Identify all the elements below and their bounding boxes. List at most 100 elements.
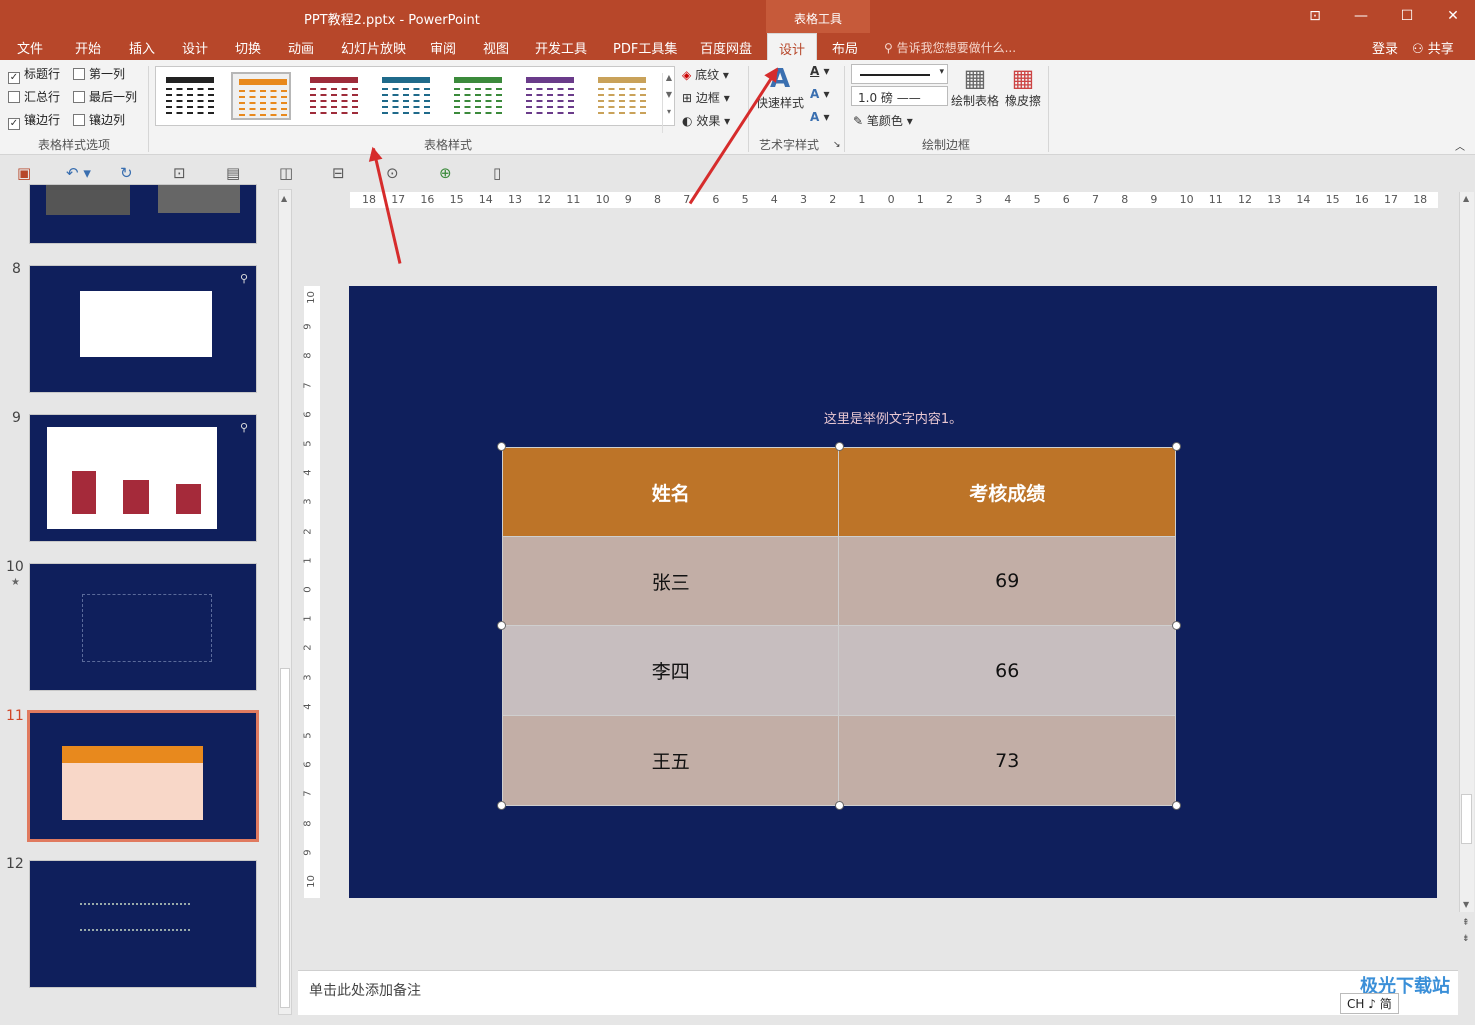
slide-thumbnail[interactable]: [29, 563, 257, 691]
shading-button[interactable]: ◈ 底纹 ▾: [682, 66, 729, 83]
effects-button[interactable]: ◐ 效果 ▾: [682, 112, 730, 129]
gallery-expand-icon[interactable]: ▾: [663, 107, 675, 116]
ime-indicator[interactable]: CH ♪ 简: [1340, 993, 1399, 1014]
slide-thumbnail[interactable]: [29, 860, 257, 988]
chevron-up-icon[interactable]: ▲: [663, 73, 675, 82]
tab-slideshow[interactable]: 幻灯片放映: [341, 38, 406, 57]
resize-handle[interactable]: [497, 442, 506, 451]
redo-icon[interactable]: ↻: [120, 164, 133, 182]
table-style-swatch[interactable]: [304, 72, 364, 120]
notes-pane[interactable]: 单击此处添加备注: [298, 970, 1458, 1015]
banded-rows-checkbox[interactable]: ✓ 镶边行: [8, 111, 60, 130]
resize-handle[interactable]: [1172, 442, 1181, 451]
tab-animations[interactable]: 动画: [288, 38, 314, 57]
scrollbar-thumb[interactable]: [280, 668, 290, 1008]
maximize-button[interactable]: ☐: [1393, 4, 1421, 28]
table-style-swatch[interactable]: [160, 72, 220, 120]
tab-pdf-tools[interactable]: PDF工具集: [613, 38, 677, 57]
chevron-down-icon[interactable]: ▼: [1463, 900, 1469, 909]
present-icon[interactable]: ⊟: [332, 164, 345, 182]
slide-thumbnail[interactable]: [29, 184, 257, 244]
table-styles-gallery[interactable]: ▲ ▼ ▾: [155, 66, 675, 133]
slide-layout-icon[interactable]: ⊡: [173, 164, 186, 182]
collapse-ribbon-icon[interactable]: ︿: [1455, 138, 1465, 153]
pen-style-dropdown[interactable]: ▾: [851, 64, 948, 84]
dialog-launcher-icon[interactable]: ↘: [833, 140, 841, 150]
resize-handle[interactable]: [497, 621, 506, 630]
tab-table-layout[interactable]: 布局: [832, 38, 858, 57]
slide-thumbnail-selected[interactable]: [27, 710, 259, 842]
scrollbar-thumb[interactable]: [1461, 794, 1472, 844]
table-cell[interactable]: 王五: [501, 715, 840, 806]
table-cell[interactable]: 66: [838, 625, 1176, 716]
tab-table-design[interactable]: 设计: [767, 33, 818, 60]
header-row-checkbox[interactable]: ✓ 标题行: [8, 65, 60, 84]
minimize-button[interactable]: —: [1347, 4, 1375, 28]
chevron-down-icon[interactable]: ▼: [663, 90, 675, 99]
tab-file[interactable]: 文件: [17, 38, 43, 57]
table-cell[interactable]: 69: [838, 536, 1176, 626]
table-cell[interactable]: 73: [838, 715, 1176, 806]
resize-handle[interactable]: [1172, 801, 1181, 810]
eraser-button[interactable]: ▦ 橡皮擦: [1003, 64, 1043, 109]
preview-icon[interactable]: ⊙: [386, 164, 399, 182]
table-cell[interactable]: 张三: [501, 536, 840, 626]
text-effects-button[interactable]: A ▾: [810, 110, 830, 124]
table-cell[interactable]: 李四: [501, 625, 840, 716]
pen-color-button[interactable]: ✎ 笔颜色 ▾: [853, 112, 913, 129]
table-style-swatch[interactable]: [520, 72, 580, 120]
table-header-cell[interactable]: 姓名: [501, 447, 840, 537]
resize-handle[interactable]: [497, 801, 506, 810]
close-button[interactable]: ✕: [1439, 4, 1467, 28]
textbox-icon[interactable]: ▤: [226, 164, 240, 182]
save-icon[interactable]: ▣: [17, 164, 31, 182]
login-link[interactable]: 登录: [1372, 38, 1398, 57]
next-slide-icon[interactable]: ⇟: [1462, 934, 1470, 944]
tab-transitions[interactable]: 切换: [235, 38, 261, 57]
table-style-swatch[interactable]: [376, 72, 436, 120]
ribbon-display-icon[interactable]: ⊡: [1301, 4, 1329, 28]
chevron-up-icon[interactable]: ▲: [281, 194, 287, 203]
tab-insert[interactable]: 插入: [129, 38, 155, 57]
resize-handle[interactable]: [1172, 621, 1181, 630]
shape-icon[interactable]: ◫: [279, 164, 293, 182]
tab-home[interactable]: 开始: [75, 38, 101, 57]
first-column-checkbox[interactable]: 第一列: [73, 65, 125, 83]
tab-design[interactable]: 设计: [182, 38, 208, 57]
thumbnail-scrollbar[interactable]: ▲: [278, 189, 292, 1015]
pen-weight-dropdown[interactable]: 1.0 磅 ——: [851, 86, 948, 106]
table-style-swatch[interactable]: [448, 72, 508, 120]
previous-slide-icon[interactable]: ⇞: [1462, 918, 1470, 928]
draw-table-button[interactable]: ▦ 绘制表格: [950, 64, 1000, 109]
swatch-line: [598, 88, 646, 90]
editor-scrollbar[interactable]: ▲ ▼: [1459, 192, 1474, 912]
borders-button[interactable]: ⊞ 边框 ▾: [682, 89, 730, 106]
last-column-checkbox[interactable]: 最后一列: [73, 88, 137, 106]
tab-baidu-netdisk[interactable]: 百度网盘: [700, 38, 752, 57]
table-header-cell[interactable]: 考核成绩: [838, 447, 1176, 537]
text-fill-button[interactable]: A ▾: [810, 64, 830, 78]
resize-handle[interactable]: [835, 801, 844, 810]
chevron-up-icon[interactable]: ▲: [1463, 194, 1469, 203]
slide-thumbnail[interactable]: ⚲: [29, 414, 257, 542]
swatch-line: [239, 114, 287, 116]
document-icon[interactable]: ▯: [493, 164, 501, 182]
gallery-scroll[interactable]: ▲ ▼ ▾: [662, 73, 675, 133]
slide-thumbnail[interactable]: ⚲: [29, 265, 257, 393]
table-style-swatch-selected[interactable]: [231, 72, 291, 120]
slide-caption[interactable]: 这里是举例文字内容1。: [349, 408, 1437, 427]
publish-icon[interactable]: ⊕: [439, 164, 452, 182]
text-outline-button[interactable]: A ▾: [810, 87, 830, 101]
tab-view[interactable]: 视图: [483, 38, 509, 57]
tab-developer[interactable]: 开发工具: [535, 38, 587, 57]
tell-me-search[interactable]: ⚲ 告诉我您想要做什么...: [884, 39, 1016, 56]
share-button[interactable]: ⚇ 共享: [1412, 38, 1454, 57]
resize-handle[interactable]: [835, 442, 844, 451]
undo-icon[interactable]: ↶ ▾: [66, 164, 91, 182]
slide-canvas[interactable]: 这里是举例文字内容1。 姓名 考核成绩 张三 69 李四 66 王五 73: [349, 286, 1437, 898]
banded-columns-checkbox[interactable]: 镶边列: [73, 111, 125, 129]
tab-review[interactable]: 审阅: [430, 38, 456, 57]
slide-table[interactable]: 姓名 考核成绩 张三 69 李四 66 王五 73: [501, 447, 1176, 806]
table-style-swatch[interactable]: [592, 72, 652, 120]
total-row-checkbox[interactable]: 汇总行: [8, 88, 60, 106]
